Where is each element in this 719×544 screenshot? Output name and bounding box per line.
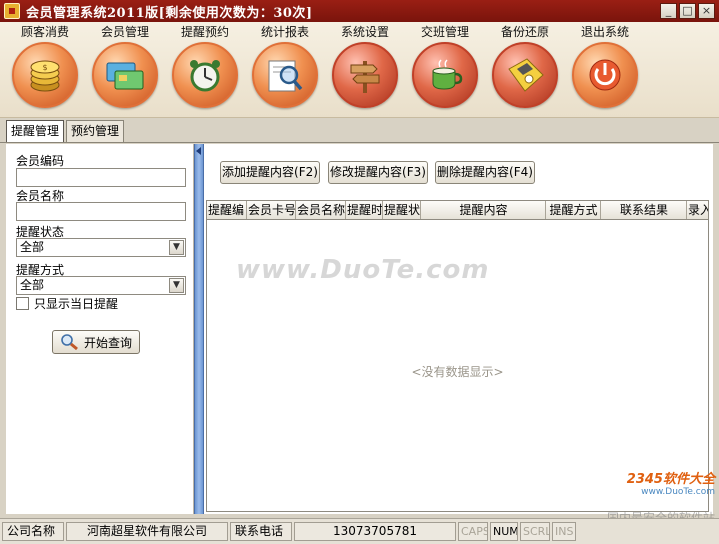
magnifier-report-icon: [252, 42, 318, 108]
toolbar-label: 顾客消费: [20, 25, 69, 39]
toolbar-label: 交班管理: [420, 25, 469, 39]
toolbar-item-shift[interactable]: 交班管理: [410, 24, 480, 108]
column-header[interactable]: 提醒方式: [546, 201, 601, 219]
minimize-button[interactable]: _: [660, 3, 677, 19]
member-code-input[interactable]: [16, 168, 186, 187]
window-title: 会员管理系统2011版[剩余使用次数为：30次]: [26, 5, 313, 21]
column-header[interactable]: 提醒内容: [421, 201, 546, 219]
toolbar-label: 统计报表: [260, 25, 309, 39]
toolbar-item-settings[interactable]: 系统设置: [330, 24, 400, 108]
today-only-label: 只显示当日提醒: [34, 297, 119, 311]
member-cards-icon: [92, 42, 158, 108]
toolbar-item-backup[interactable]: 备份还原: [490, 24, 560, 108]
alarm-clock-icon: [172, 42, 238, 108]
empty-message: <没有数据显示>: [411, 365, 504, 379]
toolbar-item-reminders[interactable]: 提醒预约: [170, 24, 240, 108]
toolbar-label: 提醒预约: [180, 25, 229, 39]
action-bar: 添加提醒内容(F2) 修改提醒内容(F3) 删除提醒内容(F4): [204, 144, 713, 194]
reminder-method-value: 全部: [20, 278, 45, 292]
insert-indicator: INS: [552, 522, 576, 541]
title-bar: 会员管理系统2011版[剩余使用次数为：30次] _ □ ×: [0, 0, 719, 22]
watermark-url: www.DuoTe.com: [641, 487, 715, 497]
toolbar-label: 备份还原: [500, 25, 549, 39]
grid-header: 提醒编 会员卡号 会员名称 提醒时 提醒状 提醒内容 提醒方式 联系结果 录入: [207, 201, 708, 220]
search-panel: 会员编码 会员名称 提醒状态 全部 ▼ 提醒方式 全部 ▼ 只显示当日提醒 开始…: [6, 144, 194, 514]
toolbar-item-members[interactable]: 会员管理: [90, 24, 160, 108]
close-button[interactable]: ×: [698, 3, 715, 19]
toolbar-item-reports[interactable]: 统计报表: [250, 24, 320, 108]
tab-divider: [0, 142, 719, 143]
reminder-method-select[interactable]: 全部 ▼: [16, 276, 186, 295]
column-header[interactable]: 会员名称: [296, 201, 346, 219]
edit-reminder-button[interactable]: 修改提醒内容(F3): [328, 161, 428, 184]
member-name-input[interactable]: [16, 202, 186, 221]
add-reminder-button[interactable]: 添加提醒内容(F2): [220, 161, 320, 184]
window-controls: _ □ ×: [660, 3, 715, 19]
signpost-icon: [332, 42, 398, 108]
caps-indicator: CAPS: [458, 522, 488, 541]
main-toolbar: 顾客消费 $ 会员管理 提醒预约 统计报表 系统设置 交班管理 备份还原 退出系…: [0, 22, 719, 118]
column-header[interactable]: 提醒时: [346, 201, 383, 219]
column-header[interactable]: 提醒编: [207, 201, 247, 219]
reminder-grid[interactable]: 提醒编 会员卡号 会员名称 提醒时 提醒状 提醒内容 提醒方式 联系结果 录入 …: [206, 200, 709, 512]
num-indicator: NUM: [490, 522, 518, 541]
tab-appointment-management[interactable]: 预约管理: [66, 120, 125, 142]
toolbar-label: 退出系统: [580, 25, 629, 39]
toolbar-item-consume[interactable]: 顾客消费 $: [10, 24, 80, 108]
column-header[interactable]: 提醒状: [383, 201, 421, 219]
toolbar-item-exit[interactable]: 退出系统: [570, 24, 640, 108]
delete-reminder-button[interactable]: 删除提醒内容(F4): [435, 161, 535, 184]
watermark-logo-number: 2345: [626, 472, 663, 487]
phone-value: 13073705781: [294, 522, 456, 541]
toolbar-label: 系统设置: [340, 25, 389, 39]
today-only-checkbox[interactable]: [16, 297, 29, 310]
coffee-cup-icon: [412, 42, 478, 108]
chevron-down-icon[interactable]: ▼: [169, 278, 184, 293]
watermark-text: www.DuoTe.com: [236, 255, 490, 285]
chevron-down-icon[interactable]: ▼: [169, 240, 184, 255]
svg-text:$: $: [42, 63, 47, 72]
watermark-logo-text: 2345软件大全: [607, 468, 715, 487]
reminder-list-panel: 添加提醒内容(F2) 修改提醒内容(F3) 删除提醒内容(F4) 提醒编 会员卡…: [204, 144, 713, 514]
start-query-button[interactable]: 开始查询: [52, 330, 140, 354]
phone-label: 联系电话: [230, 522, 292, 541]
floppy-disk-icon: [492, 42, 558, 108]
scroll-indicator: SCRL: [520, 522, 550, 541]
maximize-button[interactable]: □: [679, 3, 696, 19]
company-label: 公司名称: [2, 522, 64, 541]
app-icon: [4, 3, 20, 19]
coins-icon: $: [12, 42, 78, 108]
column-header[interactable]: 录入: [687, 201, 708, 219]
start-query-label: 开始查询: [83, 335, 132, 350]
toolbar-label: 会员管理: [100, 25, 149, 39]
reminder-status-select[interactable]: 全部 ▼: [16, 238, 186, 257]
tab-strip: 提醒管理 预约管理: [6, 120, 126, 143]
status-bar: 公司名称 河南超星软件有限公司 联系电话 13073705781 CAPS NU…: [0, 518, 719, 544]
search-icon: [61, 334, 78, 351]
reminder-status-value: 全部: [20, 240, 45, 254]
member-code-label: 会员编码: [16, 154, 65, 168]
watermark-logo-title: 软件大全: [662, 472, 715, 487]
company-value: 河南超星软件有限公司: [66, 522, 228, 541]
column-header[interactable]: 联系结果: [601, 201, 687, 219]
tab-reminder-management[interactable]: 提醒管理: [6, 120, 65, 143]
power-icon: [572, 42, 638, 108]
collapse-arrow-icon[interactable]: [196, 147, 201, 155]
column-header[interactable]: 会员卡号: [247, 201, 296, 219]
panel-splitter[interactable]: [194, 144, 204, 514]
